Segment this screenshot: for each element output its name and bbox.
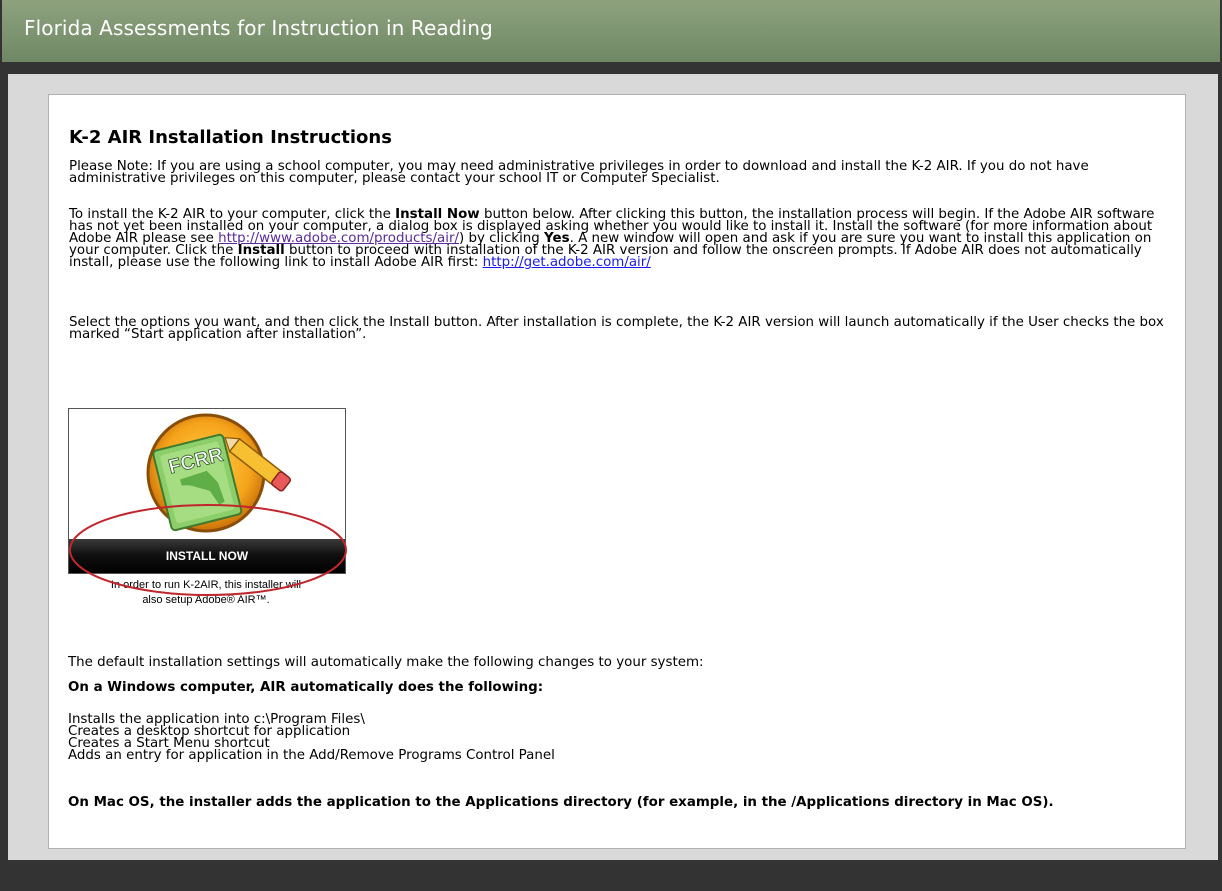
install-instructions: To install the K-2 AIR to your computer,… xyxy=(69,207,1155,270)
select-options-text: Select the options you want, and then cl… xyxy=(69,315,1164,342)
fcrr-logo: FCRR xyxy=(69,409,345,539)
admin-note: Please Note: If you are using a school c… xyxy=(69,159,1089,186)
install-badge: FCRR INSTALL NOW xyxy=(68,408,346,574)
installer-note: In order to run K-2AIR, this installer w… xyxy=(110,579,302,606)
list-item: Adds an entry for application in the Add… xyxy=(68,748,555,763)
windows-list: Installs the application into c:\Program… xyxy=(68,713,555,763)
footer-bar xyxy=(0,860,1222,891)
install-now-button[interactable]: INSTALL NOW xyxy=(69,539,345,573)
get-adobe-air-link[interactable]: http://get.adobe.com/air/ xyxy=(483,255,651,270)
site-title: Florida Assessments for Instruction in R… xyxy=(24,16,493,40)
mac-os-note: On Mac OS, the installer adds the applic… xyxy=(68,795,1054,810)
windows-heading: On a Windows computer, AIR automatically… xyxy=(68,680,544,695)
site-header: Florida Assessments for Instruction in R… xyxy=(2,0,1220,63)
header-divider xyxy=(2,62,1220,74)
page-title: K-2 AIR Installation Instructions xyxy=(69,127,392,148)
defaults-intro: The default installation settings will a… xyxy=(68,655,704,670)
